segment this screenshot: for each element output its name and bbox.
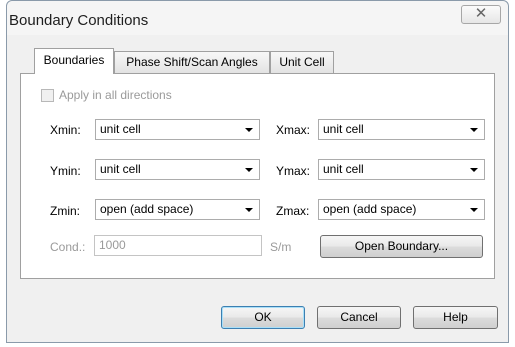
apply-all-directions-checkbox[interactable] — [41, 89, 54, 102]
conductivity-unit: S/m — [270, 240, 292, 254]
xmax-value: unit cell — [323, 122, 364, 136]
tab-phase-shift-scan-angles[interactable]: Phase Shift/Scan Angles — [114, 51, 270, 73]
dialog-title: Boundary Conditions — [9, 12, 149, 29]
conductivity-label: Cond.: — [50, 240, 86, 254]
ok-button[interactable]: OK — [221, 306, 305, 329]
chevron-down-icon — [245, 128, 253, 132]
close-icon: ✕ — [474, 5, 488, 22]
zmin-select[interactable]: open (add space) — [95, 199, 260, 220]
chevron-down-icon — [245, 168, 253, 172]
close-button[interactable]: ✕ — [461, 5, 501, 24]
help-button[interactable]: Help — [413, 306, 498, 329]
apply-all-directions-label: Apply in all directions — [59, 88, 172, 102]
ymin-label: Ymin: — [50, 164, 81, 178]
ymax-value: unit cell — [323, 162, 364, 176]
xmin-label: Xmin: — [50, 123, 81, 137]
zmax-label: Zmax: — [276, 204, 310, 218]
chevron-down-icon — [245, 208, 253, 212]
zmin-value: open (add space) — [100, 202, 194, 216]
title-bar[interactable]: Boundary Conditions ✕ — [7, 1, 508, 35]
chevron-down-icon — [470, 128, 478, 132]
cancel-button[interactable]: Cancel — [317, 306, 401, 329]
xmax-select[interactable]: unit cell — [318, 119, 485, 140]
ymax-select[interactable]: unit cell — [318, 159, 485, 180]
ymax-label: Ymax: — [276, 164, 311, 178]
ymin-select[interactable]: unit cell — [95, 159, 260, 180]
xmin-value: unit cell — [100, 122, 141, 136]
xmax-label: Xmax: — [276, 123, 311, 137]
zmax-select[interactable]: open (add space) — [318, 199, 485, 220]
ymin-value: unit cell — [100, 162, 141, 176]
chevron-down-icon — [470, 208, 478, 212]
tab-boundaries[interactable]: Boundaries — [34, 48, 114, 74]
chevron-down-icon — [470, 168, 478, 172]
tab-unit-cell[interactable]: Unit Cell — [270, 51, 334, 73]
zmin-label: Zmin: — [50, 204, 80, 218]
zmax-value: open (add space) — [323, 202, 417, 216]
xmin-select[interactable]: unit cell — [95, 119, 260, 140]
conductivity-input[interactable]: 1000 — [94, 235, 262, 256]
open-boundary-button[interactable]: Open Boundary... — [320, 235, 483, 258]
